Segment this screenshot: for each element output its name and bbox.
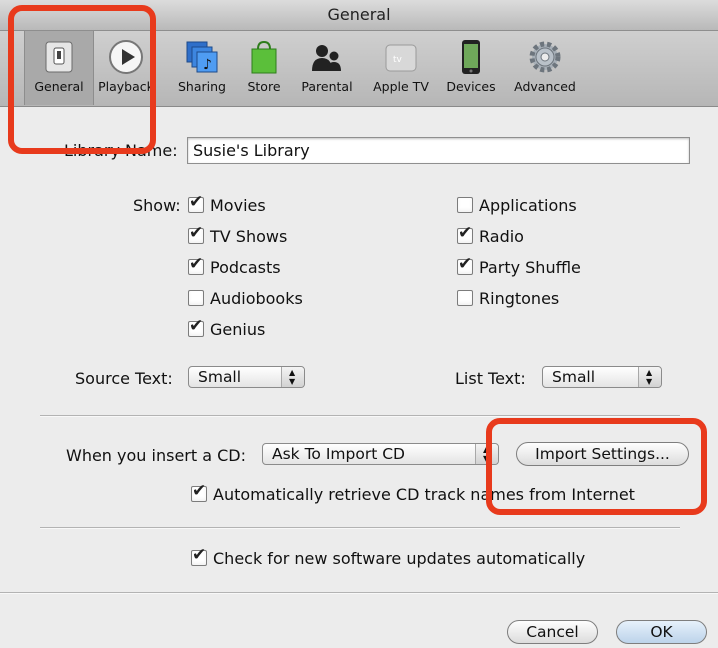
checkbox-applications-box[interactable]: [457, 197, 473, 213]
source-text-value: Small: [198, 368, 242, 386]
tab-store[interactable]: Store: [241, 39, 287, 94]
cd-insert-label: When you insert a CD:: [66, 446, 246, 465]
parental-icon: [309, 39, 345, 75]
ok-button[interactable]: OK: [616, 620, 707, 644]
checkbox-podcasts-label: Podcasts: [210, 258, 281, 277]
highlight-general-tab: [8, 5, 156, 154]
checkbox-podcasts[interactable]: Podcasts: [188, 254, 281, 277]
checkbox-radio-label: Radio: [479, 227, 524, 246]
tab-sharing-label: Sharing: [178, 79, 226, 94]
tab-apple-tv-label: Apple TV: [373, 79, 429, 94]
apple-tv-icon: tv: [383, 39, 419, 75]
checkbox-movies-label: Movies: [210, 196, 266, 215]
checkbox-party-shuffle[interactable]: Party Shuffle: [457, 254, 581, 277]
list-text-select[interactable]: Small: [542, 366, 662, 388]
cancel-button[interactable]: Cancel: [507, 620, 598, 644]
checkbox-genius[interactable]: Genius: [188, 316, 266, 339]
checkbox-tv-shows[interactable]: TV Shows: [188, 223, 288, 246]
checkbox-tv-shows-label: TV Shows: [210, 227, 288, 246]
checkbox-movies[interactable]: Movies: [188, 192, 266, 215]
highlight-import-settings: [486, 418, 707, 515]
checkbox-applications[interactable]: Applications: [457, 196, 577, 215]
checkbox-genius-label: Genius: [210, 320, 266, 339]
tab-parental[interactable]: Parental: [297, 39, 357, 94]
cd-action-value: Ask To Import CD: [272, 445, 405, 463]
checkbox-movies-box[interactable]: [188, 192, 204, 213]
list-text-value: Small: [552, 368, 596, 386]
cd-action-select[interactable]: Ask To Import CD: [262, 443, 499, 465]
tab-devices-label: Devices: [446, 79, 496, 94]
checkbox-podcasts-box[interactable]: [188, 254, 204, 275]
tab-sharing[interactable]: ♪ Sharing: [174, 39, 230, 94]
checkbox-party-shuffle-box[interactable]: [457, 254, 473, 275]
list-text-label: List Text:: [455, 369, 526, 388]
checkbox-software-updates[interactable]: Check for new software updates automatic…: [191, 545, 586, 568]
checkbox-radio[interactable]: Radio: [457, 223, 524, 246]
tab-advanced[interactable]: Advanced: [506, 39, 584, 94]
sharing-icon: ♪: [184, 39, 220, 75]
list-text-stepper-icon: [638, 367, 661, 387]
checkbox-applications-label: Applications: [479, 196, 577, 215]
source-text-label: Source Text:: [75, 369, 173, 388]
checkbox-auto-retrieve-box[interactable]: [191, 481, 207, 502]
tab-advanced-label: Advanced: [514, 79, 576, 94]
shopping-bag-icon: [246, 39, 282, 75]
iphone-icon: [453, 39, 489, 75]
tab-apple-tv[interactable]: tv Apple TV: [369, 39, 433, 94]
gear-icon: [527, 39, 563, 75]
separator-1: [40, 415, 680, 417]
tab-devices[interactable]: Devices: [444, 39, 498, 94]
library-name-input[interactable]: Susie's Library: [187, 137, 690, 164]
checkbox-ringtones-label: Ringtones: [479, 289, 560, 308]
checkbox-genius-box[interactable]: [188, 316, 204, 337]
checkbox-software-updates-box[interactable]: [191, 545, 207, 566]
tab-store-label: Store: [247, 79, 281, 94]
checkbox-audiobooks-label: Audiobooks: [210, 289, 303, 308]
checkbox-ringtones[interactable]: Ringtones: [457, 289, 559, 308]
checkbox-tv-shows-box[interactable]: [188, 223, 204, 244]
separator-2: [40, 527, 680, 529]
checkbox-party-shuffle-label: Party Shuffle: [479, 258, 581, 277]
source-text-select[interactable]: Small: [188, 366, 305, 388]
svg-text:♪: ♪: [203, 57, 212, 73]
checkbox-audiobooks-box[interactable]: [188, 290, 204, 306]
checkbox-software-updates-label: Check for new software updates automatic…: [213, 549, 586, 568]
source-text-stepper-icon: [281, 367, 304, 387]
checkbox-audiobooks[interactable]: Audiobooks: [188, 289, 303, 308]
checkbox-radio-box[interactable]: [457, 223, 473, 244]
library-name-value: Susie's Library: [193, 141, 310, 160]
separator-3: [0, 592, 718, 594]
tab-parental-label: Parental: [301, 79, 353, 94]
svg-text:tv: tv: [393, 55, 403, 65]
checkbox-ringtones-box[interactable]: [457, 290, 473, 306]
show-label: Show:: [133, 196, 181, 215]
